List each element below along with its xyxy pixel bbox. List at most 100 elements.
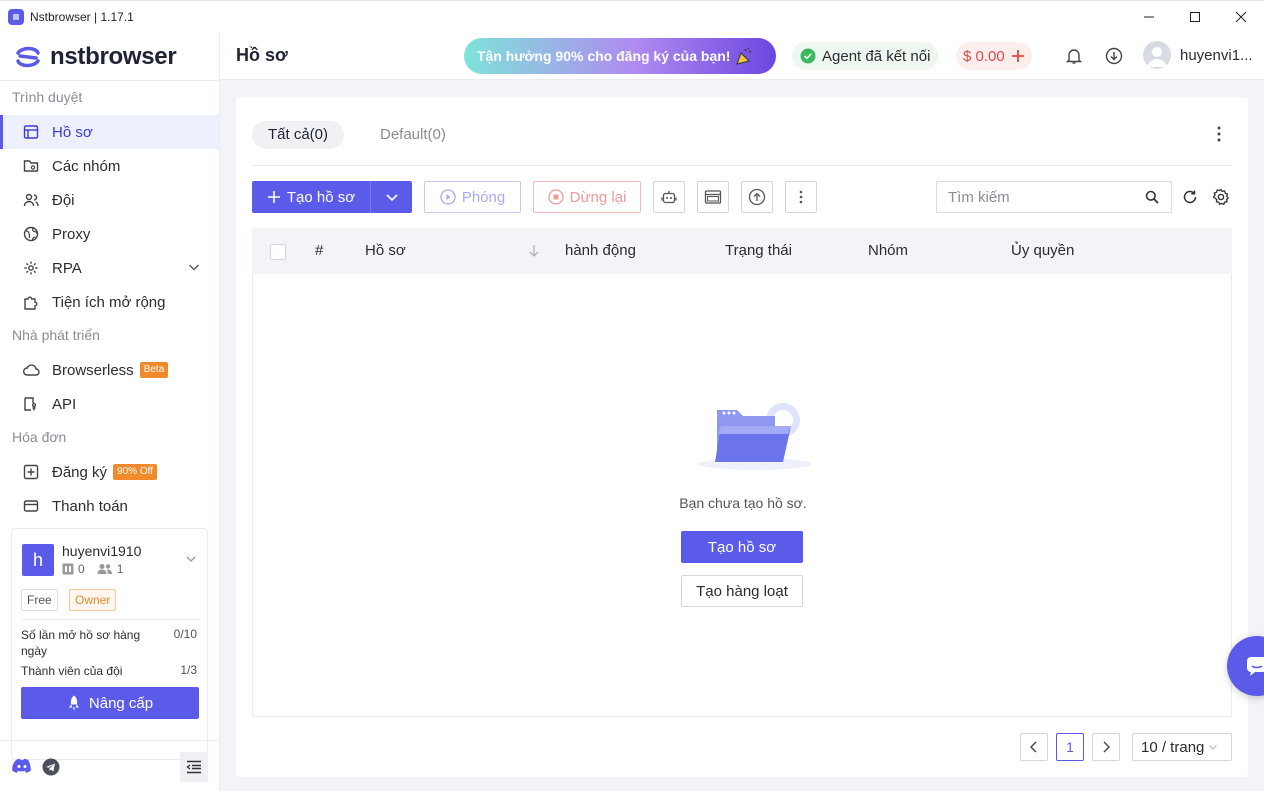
more-vertical-icon[interactable] bbox=[1209, 123, 1229, 145]
team-members-label: Thành viên của đội bbox=[21, 664, 123, 678]
robot-button[interactable] bbox=[653, 181, 685, 213]
sidebar-item-groups[interactable]: Các nhóm bbox=[0, 149, 219, 183]
sidebar-item-api[interactable]: API bbox=[0, 387, 219, 421]
search-box bbox=[936, 181, 1172, 213]
prev-page-button[interactable] bbox=[1020, 733, 1048, 761]
sidebar-item-label: Các nhóm bbox=[52, 157, 121, 175]
maximize-button[interactable] bbox=[1172, 1, 1218, 33]
beta-badge: Beta bbox=[139, 362, 169, 378]
download-icon[interactable] bbox=[1104, 46, 1124, 66]
page-number[interactable]: 1 bbox=[1056, 733, 1084, 761]
role-tag: Owner bbox=[69, 589, 117, 611]
agent-status[interactable]: Agent đã kết nối bbox=[792, 42, 939, 70]
table-body: Bạn chưa tạo hồ sơ. Tạo hồ sơ Tạo hàng l… bbox=[252, 274, 1232, 717]
profile-icon bbox=[22, 123, 40, 141]
sidebar-item-label: Proxy bbox=[52, 225, 91, 243]
sidebar-item-subscribe[interactable]: Đăng ký 90% Off bbox=[0, 455, 219, 489]
tab-default[interactable]: Default(0) bbox=[364, 121, 462, 149]
rocket-icon bbox=[68, 695, 79, 711]
sidebar-item-proxy[interactable]: Proxy bbox=[0, 217, 219, 251]
promo-text: Tận hưởng 90% cho đăng ký của bạn! bbox=[477, 48, 731, 64]
column-header: hành động bbox=[565, 242, 636, 259]
plus-icon bbox=[1011, 50, 1024, 62]
more-actions-button[interactable] bbox=[785, 181, 817, 213]
divider bbox=[0, 740, 219, 741]
chevron-down-icon bbox=[385, 194, 398, 202]
subscribe-icon bbox=[22, 463, 40, 481]
bell-icon[interactable] bbox=[1064, 46, 1084, 66]
divider bbox=[21, 619, 200, 620]
chat-bubble-icon bbox=[1247, 657, 1264, 676]
sidebar-item-label: RPA bbox=[52, 259, 82, 277]
empty-create-profile-button[interactable]: Tạo hồ sơ bbox=[681, 531, 803, 563]
user-stats: 0 1 bbox=[62, 562, 123, 576]
upgrade-button[interactable]: Nâng cấp bbox=[21, 687, 199, 719]
avatar bbox=[1143, 41, 1171, 69]
section-browser: Trình duyệt bbox=[12, 89, 83, 105]
empty-state-message: Bạn chưa tạo hồ sơ. bbox=[679, 495, 807, 511]
sidebar-item-browserless[interactable]: Browserless Beta bbox=[0, 353, 219, 387]
profiles-panel: Tất cả(0) Default(0) Tạo hồ sơ Phóng Dừn… bbox=[236, 97, 1248, 777]
sidebar: nstbrowser Trình duyệt Hồ sơ Các nhóm Độ… bbox=[0, 32, 220, 791]
sidebar-item-label: Đội bbox=[52, 191, 75, 209]
sidebar-item-team[interactable]: Đội bbox=[0, 183, 219, 217]
minimize-button[interactable] bbox=[1126, 1, 1172, 33]
launch-button[interactable]: Phóng bbox=[424, 181, 521, 213]
create-profile-button[interactable]: Tạo hồ sơ bbox=[252, 181, 370, 213]
tab-all[interactable]: Tất cả(0) bbox=[252, 121, 345, 149]
user-card: h huyenvi1910 0 1 Free Owner Số lần mở h… bbox=[11, 528, 208, 760]
window-icon bbox=[704, 190, 722, 204]
search-input[interactable] bbox=[937, 182, 1137, 212]
sidebar-item-label: Tiện ích mở rộng bbox=[52, 293, 166, 311]
username: huyenvi1910 bbox=[62, 543, 142, 559]
window-button[interactable] bbox=[697, 181, 729, 213]
settings-gear-icon[interactable] bbox=[1212, 188, 1230, 209]
plan-tag: Free bbox=[21, 589, 58, 611]
promo-banner[interactable]: Tận hưởng 90% cho đăng ký của bạn! bbox=[464, 38, 776, 74]
close-button[interactable] bbox=[1218, 1, 1264, 33]
page-title: Hồ sơ bbox=[236, 45, 288, 65]
telegram-icon[interactable] bbox=[42, 758, 60, 779]
balance-chip[interactable]: $ 0.00 bbox=[956, 42, 1032, 70]
page-size-select[interactable]: 10 / trang bbox=[1132, 733, 1232, 761]
section-developer: Nhà phát triển bbox=[12, 327, 100, 343]
discord-icon[interactable] bbox=[12, 758, 32, 777]
profiles-count: 0 bbox=[78, 562, 85, 576]
chevron-down-icon bbox=[1209, 745, 1218, 750]
balance-value: $ 0.00 bbox=[963, 47, 1005, 65]
bulk-create-button[interactable]: Tạo hàng loạt bbox=[681, 575, 803, 607]
api-icon bbox=[22, 395, 40, 413]
groups-icon bbox=[22, 157, 40, 175]
column-header: Trạng thái bbox=[725, 242, 792, 259]
sort-arrow-icon[interactable] bbox=[528, 244, 540, 258]
upgrade-label: Nâng cấp bbox=[88, 694, 154, 712]
logo[interactable]: nstbrowser bbox=[14, 42, 177, 72]
select-all-checkbox[interactable] bbox=[270, 244, 286, 260]
user-menu[interactable]: huyenvi1... bbox=[1143, 41, 1253, 69]
sidebar-item-payment[interactable]: Thanh toán bbox=[0, 489, 219, 523]
create-profile-dropdown[interactable] bbox=[370, 181, 412, 213]
column-header: Nhóm bbox=[868, 242, 909, 259]
members-count: 1 bbox=[116, 562, 124, 576]
avatar: h bbox=[22, 544, 54, 576]
next-page-button[interactable] bbox=[1092, 733, 1120, 761]
chevron-right-icon bbox=[1103, 741, 1110, 753]
stop-label: Dừng lại bbox=[569, 188, 627, 206]
check-circle-icon bbox=[800, 48, 816, 64]
refresh-icon[interactable] bbox=[1182, 189, 1198, 208]
top-bar: Hồ sơ Tận hưởng 90% cho đăng ký của bạn!… bbox=[220, 32, 1264, 80]
robot-icon bbox=[661, 191, 677, 204]
upload-button[interactable] bbox=[741, 181, 773, 213]
sidebar-item-label: Hồ sơ bbox=[52, 123, 93, 141]
collapse-sidebar-icon[interactable] bbox=[180, 752, 208, 782]
column-header: Ủy quyền bbox=[1011, 242, 1075, 259]
chevron-down-icon[interactable] bbox=[185, 553, 197, 565]
column-header[interactable]: Hồ sơ bbox=[365, 242, 406, 259]
logo-icon bbox=[16, 46, 40, 68]
sidebar-item-profiles[interactable]: Hồ sơ bbox=[0, 115, 219, 149]
search-icon[interactable] bbox=[1145, 190, 1159, 204]
sidebar-item-rpa[interactable]: RPA bbox=[0, 251, 219, 285]
column-header: # bbox=[315, 242, 324, 259]
stop-button[interactable]: Dừng lại bbox=[533, 181, 641, 213]
sidebar-item-extensions[interactable]: Tiện ích mở rộng bbox=[0, 285, 219, 319]
